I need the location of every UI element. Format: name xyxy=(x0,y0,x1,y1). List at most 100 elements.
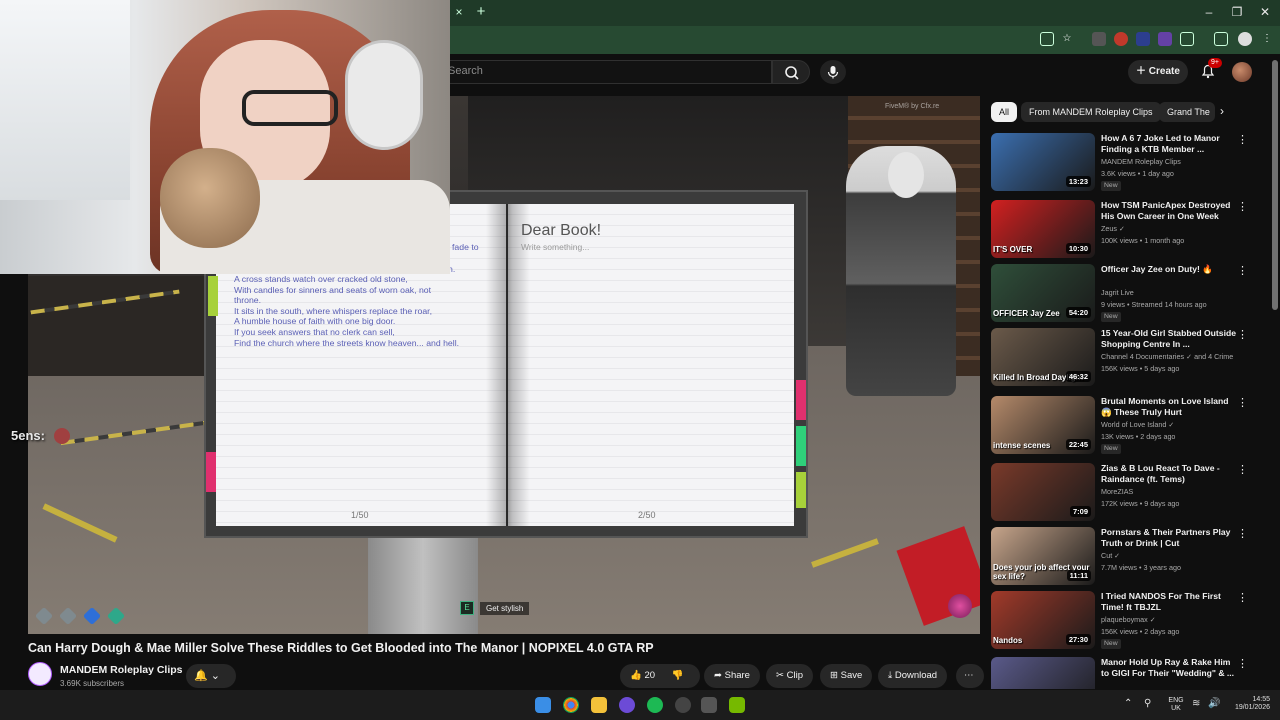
more-actions-button[interactable]: ⋯ xyxy=(956,664,984,688)
clip-button[interactable]: ✂ Clip xyxy=(766,664,813,688)
close-tab-button[interactable]: × xyxy=(452,5,466,19)
minimize-button[interactable]: – xyxy=(1200,4,1218,20)
chip-from-channel[interactable]: From MANDEM Roleplay Clips xyxy=(1021,102,1161,122)
book-tab-marker[interactable] xyxy=(208,276,218,316)
menu-dots-icon[interactable]: ⋮ xyxy=(1237,328,1248,341)
recommendation-item[interactable]: Manor Hold Up Ray & Rake Him to GIGI For… xyxy=(991,657,1271,689)
book-tab-marker[interactable] xyxy=(796,472,806,508)
recommendation-item[interactable]: 13:23 How A 6 7 Joke Led to Manor Finding… xyxy=(991,133,1271,195)
puzzle-icon[interactable] xyxy=(1180,32,1194,46)
menu-dots-icon[interactable]: ⋮ xyxy=(1237,396,1248,409)
sidebar-icon[interactable] xyxy=(1214,32,1228,46)
book-tab-marker[interactable] xyxy=(206,452,216,492)
recommendation-item[interactable]: Does your job affect your sex life? 11:11… xyxy=(991,527,1271,589)
subscription-button[interactable]: 🔔 ⌄ xyxy=(186,664,236,688)
recommendation-title[interactable]: Manor Hold Up Ray & Rake Him to GIGI For… xyxy=(1101,657,1237,679)
recommendation-channel[interactable]: MANDEM Roleplay Clips xyxy=(1101,157,1181,166)
windows-start-icon[interactable] xyxy=(535,697,551,713)
chevron-right-icon[interactable]: › xyxy=(1220,104,1224,118)
bookmark-star-icon[interactable]: ☆ xyxy=(1060,32,1074,46)
search-input[interactable] xyxy=(440,60,772,84)
recommendation-title[interactable]: How TSM PanicApex Destroyed His Own Care… xyxy=(1101,200,1237,222)
recommendation-channel[interactable]: World of Love Island ✓ xyxy=(1101,420,1174,429)
video-thumbnail[interactable]: Killed In Broad Daylight 46:32 xyxy=(991,328,1095,386)
recommendation-title[interactable]: Officer Jay Zee on Duty! 🔥 xyxy=(1101,264,1237,275)
menu-dots-icon[interactable]: ⋮ xyxy=(1237,264,1248,277)
book-right-page[interactable] xyxy=(508,204,794,526)
profile-icon[interactable] xyxy=(1238,32,1252,46)
recommendation-channel[interactable]: Channel 4 Documentaries ✓ and 4 Crime xyxy=(1101,352,1233,361)
recommendation-title[interactable]: Zias & B Lou React To Dave - Raindance (… xyxy=(1101,463,1237,485)
wifi-icon[interactable]: ≋ xyxy=(1192,699,1200,709)
app-icon[interactable] xyxy=(675,697,691,713)
channel-name[interactable]: MANDEM Roleplay Clips xyxy=(60,664,183,676)
recommendation-channel[interactable]: MoreZIAS xyxy=(1101,487,1133,496)
recommendation-channel[interactable]: Zeus ✓ xyxy=(1101,224,1125,233)
recommendation-channel[interactable]: Jagrit Live xyxy=(1101,288,1134,297)
create-button[interactable]: ＋ Create xyxy=(1128,60,1188,84)
menu-dots-icon[interactable]: ⋮ xyxy=(1237,133,1248,146)
recommendation-item[interactable]: 7:09 Zias & B Lou React To Dave - Raindan… xyxy=(991,463,1271,525)
tray-chevron-icon[interactable]: ⌃ xyxy=(1124,699,1132,709)
language-indicator[interactable]: ENG UK xyxy=(1166,697,1186,713)
recommendation-title[interactable]: How A 6 7 Joke Led to Manor Finding a KT… xyxy=(1101,133,1237,155)
menu-dots-icon[interactable]: ⋮ xyxy=(1237,527,1248,540)
discord-icon[interactable] xyxy=(619,697,635,713)
chip-all[interactable]: All xyxy=(991,102,1018,122)
recommendation-title[interactable]: I Tried NANDOS For The First Time! ft TB… xyxy=(1101,591,1237,613)
video-thumbnail[interactable]: OFFICER Jay Zee 54:20 xyxy=(991,264,1095,322)
nvidia-icon[interactable] xyxy=(729,697,745,713)
search-button[interactable] xyxy=(772,60,810,84)
video-thumbnail[interactable]: 13:23 xyxy=(991,133,1095,191)
book-tab-marker[interactable] xyxy=(796,380,806,420)
share-button[interactable]: ➦ Share xyxy=(704,664,760,688)
chrome-icon[interactable] xyxy=(563,697,579,713)
new-tab-button[interactable]: + xyxy=(474,4,488,20)
twitch-extension-icon[interactable] xyxy=(1158,32,1172,46)
menu-dots-icon[interactable]: ⋮ xyxy=(1237,591,1248,604)
recommendation-item[interactable]: Killed In Broad Daylight 46:32 15 Year-Old… xyxy=(991,328,1271,390)
scrollbar[interactable] xyxy=(1272,60,1278,310)
chip-grand-theft[interactable]: Grand The xyxy=(1159,102,1215,122)
video-thumbnail[interactable]: 7:09 xyxy=(991,463,1095,521)
like-button[interactable]: 👍 20 xyxy=(630,670,655,681)
dislike-button[interactable]: 👎 xyxy=(672,670,684,681)
recommendation-item[interactable]: Nandos 27:30 I Tried NANDOS For The First … xyxy=(991,591,1271,653)
extension-icon[interactable] xyxy=(1136,32,1150,46)
save-button[interactable]: ⊞ Save xyxy=(820,664,873,688)
voice-search-button[interactable] xyxy=(820,60,846,84)
video-thumbnail[interactable] xyxy=(991,657,1095,689)
menu-dots-icon[interactable]: ⋮ xyxy=(1237,463,1248,476)
recommendation-item[interactable]: intense scenes 22:45 Brutal Moments on Lov… xyxy=(991,396,1271,458)
location-icon[interactable]: ⚲ xyxy=(1144,699,1151,709)
menu-dots-icon[interactable]: ⋮ xyxy=(1237,657,1248,670)
recommendation-item[interactable]: IT'S OVER 10:30 How TSM PanicApex Destroye… xyxy=(991,200,1271,262)
recommendation-title[interactable]: 15 Year-Old Girl Stabbed Outside Shoppin… xyxy=(1101,328,1237,350)
recommendation-item[interactable]: OFFICER Jay Zee 54:20 Officer Jay Zee on D… xyxy=(991,264,1271,326)
recommendation-channel[interactable]: plaqueboymax ✓ xyxy=(1101,615,1156,624)
spotify-icon[interactable] xyxy=(647,697,663,713)
volume-icon[interactable]: 🔊 xyxy=(1208,699,1220,709)
clock[interactable]: 14:55 19/01/2026 xyxy=(1224,696,1270,712)
menu-dots-icon[interactable]: ⋮ xyxy=(1237,200,1248,213)
video-thumbnail[interactable]: Nandos 27:30 xyxy=(991,591,1095,649)
menu-dots-icon[interactable]: ⋮ xyxy=(1260,32,1274,46)
app-icon[interactable] xyxy=(701,697,717,713)
close-window-button[interactable]: ✕ xyxy=(1256,4,1274,20)
ublock-icon[interactable] xyxy=(1114,32,1128,46)
install-app-icon[interactable] xyxy=(1040,32,1054,46)
download-button[interactable]: ⤓ Download xyxy=(878,664,948,688)
book-write-placeholder[interactable]: Write something... xyxy=(521,242,589,252)
book-tab-marker[interactable] xyxy=(796,426,806,466)
extension-icon[interactable] xyxy=(1092,32,1106,46)
video-thumbnail[interactable]: intense scenes 22:45 xyxy=(991,396,1095,454)
channel-avatar[interactable] xyxy=(28,662,52,686)
recommendation-title[interactable]: Pornstars & Their Partners Play Truth or… xyxy=(1101,527,1237,549)
maximize-button[interactable]: ❐ xyxy=(1228,4,1246,20)
file-explorer-icon[interactable] xyxy=(591,697,607,713)
recommendation-channel[interactable]: Cut ✓ xyxy=(1101,551,1120,560)
video-thumbnail[interactable]: Does your job affect your sex life? 11:11 xyxy=(991,527,1095,585)
video-thumbnail[interactable]: IT'S OVER 10:30 xyxy=(991,200,1095,258)
account-avatar[interactable] xyxy=(1232,62,1252,82)
recommendation-title[interactable]: Brutal Moments on Love Island 😱 These Tr… xyxy=(1101,396,1237,418)
